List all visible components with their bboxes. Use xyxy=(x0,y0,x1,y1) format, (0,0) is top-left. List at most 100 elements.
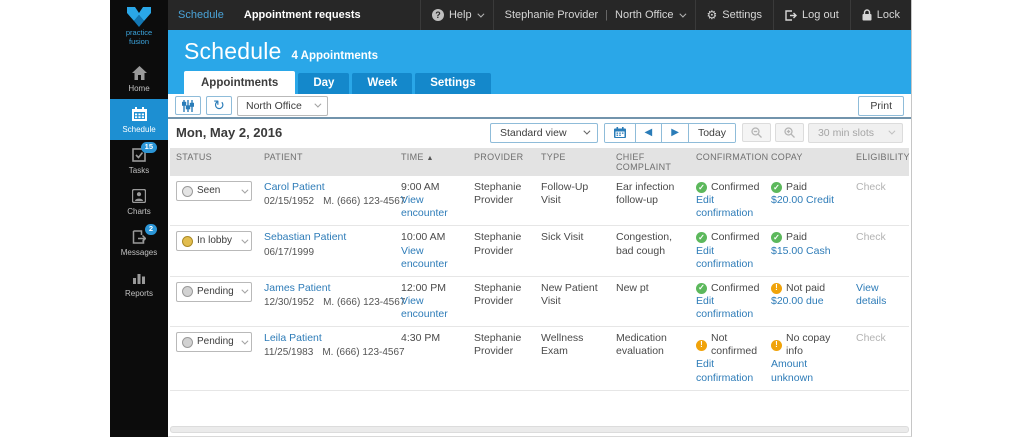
confirmation-status: Confirmed xyxy=(696,231,764,244)
next-arrow-icon: ▶ xyxy=(671,127,679,138)
tab-settings[interactable]: Settings xyxy=(415,73,491,94)
status-label: Pending a... xyxy=(197,335,237,347)
sidebar-item-reports[interactable]: Reports xyxy=(110,263,168,304)
visit-type: Wellness Exam xyxy=(541,332,584,358)
toolbar: ↻ North Office Print xyxy=(168,94,911,119)
prev-arrow-icon: ◀ xyxy=(644,127,653,138)
prev-day-button[interactable]: ◀ xyxy=(634,123,662,142)
zoom-in-button[interactable] xyxy=(774,123,804,142)
zoom-out-icon xyxy=(751,127,762,138)
sidebar-item-charts[interactable]: Charts xyxy=(110,181,168,222)
patient-details: 12/30/1952 M. (666) 123-4567 xyxy=(264,296,406,308)
horizontal-scrollbar[interactable] xyxy=(170,426,909,433)
patient-name-link[interactable]: Carol Patient xyxy=(264,181,325,194)
logout-icon xyxy=(785,9,798,21)
copay-status: Paid xyxy=(771,231,849,244)
lock-label: Lock xyxy=(876,9,900,21)
tab-appointments[interactable]: Appointments xyxy=(184,71,296,94)
status-dropdown[interactable]: Pending a... xyxy=(176,332,252,353)
status-dot-icon xyxy=(182,336,193,348)
schedule-tabs: Appointments Day Week Settings xyxy=(184,71,491,94)
edit-confirmation-link[interactable]: Edit confirmation xyxy=(696,295,764,321)
topnav-appointment-requests[interactable]: Appointment requests xyxy=(234,0,371,30)
user-office-menu[interactable]: Stephanie Provider | North Office xyxy=(492,0,695,30)
copay-status: Paid xyxy=(771,181,849,194)
appointments-table: STATUS PATIENT TIME ▲ PROVIDER TYPE CHIE… xyxy=(170,148,910,424)
patient-name-link[interactable]: Leila Patient xyxy=(264,332,322,345)
status-label: Pending a... xyxy=(197,285,237,297)
next-day-button[interactable]: ▶ xyxy=(661,123,688,142)
empty-schedule-area xyxy=(170,391,909,424)
app-window: practice fusion Home Schedule 15 Tasks C… xyxy=(110,0,912,437)
confirmed-icon xyxy=(696,182,707,194)
logout-button[interactable]: Log out xyxy=(773,0,850,30)
edit-confirmation-link[interactable]: Edit confirmation xyxy=(696,194,764,220)
logo-icon xyxy=(127,7,151,27)
view-dropdown-value: Standard view xyxy=(499,126,567,139)
practice-fusion-logo[interactable]: practice fusion xyxy=(125,0,153,50)
zoom-in-icon xyxy=(784,127,795,138)
gear-icon: ⚙ xyxy=(706,8,718,22)
tab-day[interactable]: Day xyxy=(298,73,350,94)
table-header: STATUS PATIENT TIME ▲ PROVIDER TYPE CHIE… xyxy=(170,148,910,176)
chief-complaint: Medication evaluation xyxy=(616,332,667,358)
view-encounter-link[interactable]: View encounter xyxy=(401,245,467,271)
lock-button[interactable]: Lock xyxy=(849,0,911,30)
copay-amount-link[interactable]: Amount unknown xyxy=(771,358,849,384)
patient-details: 06/17/1999 xyxy=(264,246,315,258)
view-dropdown[interactable]: Standard view xyxy=(489,122,598,143)
view-encounter-link[interactable]: View encounter xyxy=(401,295,467,321)
copay-status: Not paid xyxy=(771,282,849,295)
slot-size-dropdown[interactable]: 30 min slots xyxy=(807,122,903,143)
status-dropdown[interactable]: Seen xyxy=(176,181,252,201)
date-bar: Mon, May 2, 2016 Standard view ◀ ▶ Today… xyxy=(168,119,911,146)
message-icon xyxy=(132,230,146,244)
status-label: In lobby xyxy=(197,235,233,247)
view-encounter-link[interactable]: View encounter xyxy=(401,194,467,220)
sidebar-item-messages[interactable]: 2 Messages xyxy=(110,222,168,263)
date-controls: Standard view ◀ ▶ Today 30 min slots xyxy=(489,122,903,143)
confirmed-icon xyxy=(696,282,707,294)
help-menu[interactable]: ? Help xyxy=(419,0,493,30)
tab-week[interactable]: Week xyxy=(352,73,413,94)
eligibility-action[interactable]: Check xyxy=(856,231,886,243)
eligibility-action[interactable]: Check xyxy=(856,181,886,193)
zoom-out-button[interactable] xyxy=(741,123,771,142)
status-dropdown[interactable]: In lobby xyxy=(176,231,252,252)
refresh-button[interactable]: ↻ xyxy=(206,96,232,115)
home-icon xyxy=(131,66,147,81)
copay-amount-link[interactable]: $15.00 Cash xyxy=(771,245,831,258)
appointment-time: 12:00 PM xyxy=(401,281,446,294)
filter-button[interactable] xyxy=(175,96,201,115)
sidebar-item-home[interactable]: Home xyxy=(110,58,168,99)
patient-name-link[interactable]: James Patient xyxy=(264,282,331,295)
office-dropdown[interactable]: North Office xyxy=(237,95,328,116)
topnav-schedule[interactable]: Schedule xyxy=(168,0,234,30)
appointment-count: 4 Appointments xyxy=(291,50,378,62)
chevron-down-icon xyxy=(582,127,590,135)
sidebar-item-schedule[interactable]: Schedule xyxy=(110,99,168,141)
sidebar-item-label: Tasks xyxy=(128,166,150,176)
not-confirmed-icon xyxy=(696,339,707,351)
print-button[interactable]: Print xyxy=(858,95,904,116)
eligibility-action[interactable]: View details xyxy=(856,282,886,307)
copay-amount-link[interactable]: $20.00 due xyxy=(771,295,824,308)
col-time[interactable]: TIME ▲ xyxy=(401,152,474,172)
edit-confirmation-link[interactable]: Edit confirmation xyxy=(696,245,764,271)
sidebar-item-label: Messages xyxy=(120,248,158,258)
settings-button[interactable]: ⚙ Settings xyxy=(694,0,774,30)
office-dropdown-value: North Office xyxy=(246,99,302,112)
edit-confirmation-link[interactable]: Edit confirmation xyxy=(696,358,764,384)
patient-name-link[interactable]: Sebastian Patient xyxy=(264,231,346,244)
logo-text: practice fusion xyxy=(125,28,153,46)
today-button[interactable]: Today xyxy=(687,123,735,142)
copay-amount-link[interactable]: $20.00 Credit xyxy=(771,194,834,207)
calendar-picker-button[interactable] xyxy=(604,123,635,142)
sidebar: practice fusion Home Schedule 15 Tasks C… xyxy=(110,0,168,437)
status-dot-icon xyxy=(182,286,193,298)
sidebar-item-tasks[interactable]: 15 Tasks xyxy=(110,140,168,181)
confirmation-status: Not confirmed xyxy=(696,332,764,358)
status-dropdown[interactable]: Pending a... xyxy=(176,281,252,302)
eligibility-action[interactable]: Check xyxy=(856,332,886,344)
patient-details: 02/15/1952 M. (666) 123-4567 xyxy=(264,196,406,208)
